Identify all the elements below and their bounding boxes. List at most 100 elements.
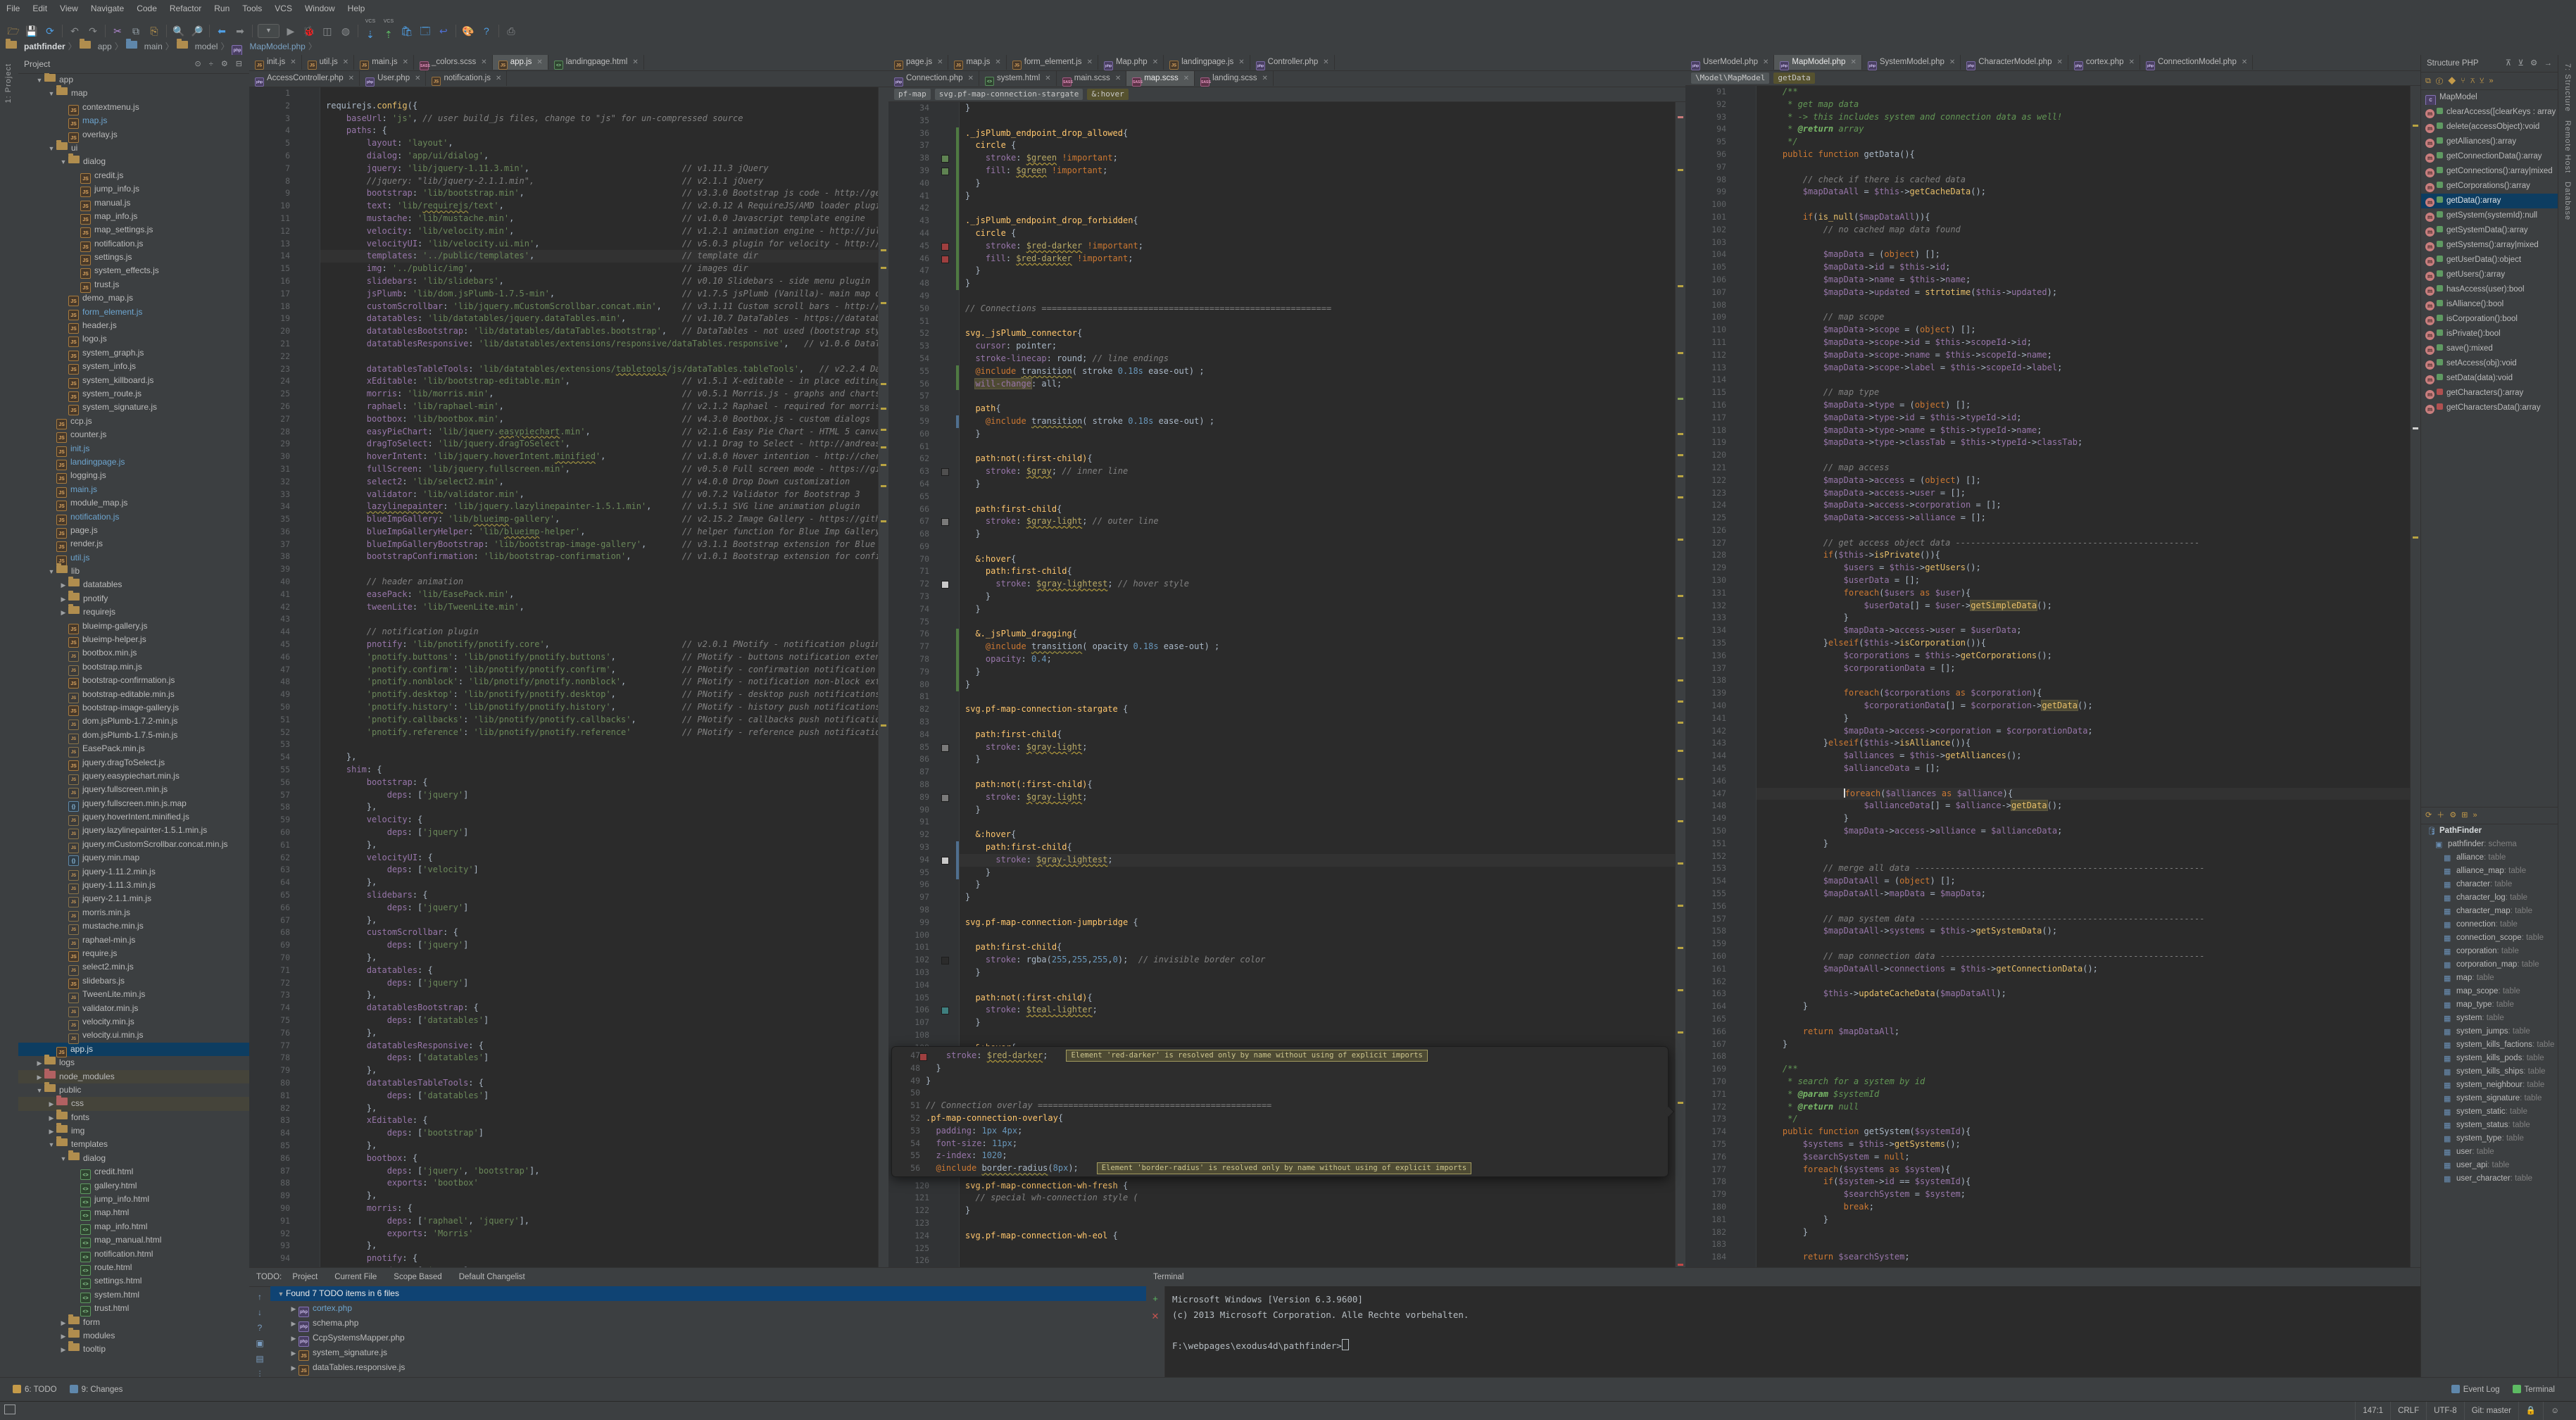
database-row[interactable]: ▦user_character: table xyxy=(2421,1172,2558,1186)
tab-landingpage-html[interactable]: <>landingpage.html✕ xyxy=(548,55,644,70)
tree-row[interactable]: <>map_info.html xyxy=(18,1220,249,1233)
code-line[interactable]: }, xyxy=(320,1140,879,1152)
close-icon[interactable]: ✕ xyxy=(937,58,943,66)
code-line[interactable]: $mapData->access->alliance = $allianceDa… xyxy=(1757,825,2411,838)
code-line[interactable]: path:first-child{ xyxy=(960,941,1676,954)
tab-user-php[interactable]: phpUser.php✕ xyxy=(360,71,426,86)
tab-main-scss[interactable]: SASSmain.scss✕ xyxy=(1057,71,1127,86)
todo-tool-icon[interactable]: ↑ xyxy=(249,1292,270,1302)
tab-notification-js[interactable]: JSnotification.js✕ xyxy=(426,71,507,86)
code-line[interactable]: } xyxy=(1757,1038,2411,1051)
code-line[interactable]: // notification plugin xyxy=(320,626,879,639)
database-row[interactable]: ▦connection: table xyxy=(2421,918,2558,931)
code-line[interactable]: $mapData->updated = strtotime($this->upd… xyxy=(1757,287,2411,299)
close-icon[interactable]: ✕ xyxy=(290,58,296,66)
error-stripe-mark[interactable] xyxy=(1678,1031,1683,1033)
code-line[interactable]: * @param $systemId xyxy=(1757,1088,2411,1101)
structure-item[interactable]: msetAccess(obj):void xyxy=(2421,356,2558,371)
code-line[interactable]: svg.pf-map-connection-wh-fresh { xyxy=(960,1180,1676,1193)
error-stripe-mark[interactable] xyxy=(1678,433,1683,435)
close-icon[interactable]: ✕ xyxy=(536,58,542,66)
code-line[interactable]: $mapData->id = $this->id; xyxy=(1757,261,2411,274)
code-line[interactable]: return $mapDataAll; xyxy=(1757,1026,2411,1038)
code-line[interactable]: $mapData = (object) []; xyxy=(1757,249,2411,261)
close-icon[interactable]: ✕ xyxy=(1323,58,1328,66)
todo-file-row[interactable]: ▶JSsystem_signature.js xyxy=(270,1345,1146,1360)
tree-row[interactable]: JSslidebars.js xyxy=(18,974,249,988)
tree-row[interactable]: JScontextmenu.js xyxy=(18,101,249,114)
code-line[interactable]: layout: 'layout', xyxy=(320,137,879,150)
chevron-right-icon[interactable]: ▶ xyxy=(34,1071,44,1084)
code-line[interactable]: } xyxy=(1757,1214,2411,1226)
code-line[interactable]: } xyxy=(960,428,1676,441)
close-icon[interactable]: ✕ xyxy=(1850,58,1856,66)
menu-vcs[interactable]: VCS xyxy=(268,0,299,17)
error-stripe-mark[interactable] xyxy=(1678,496,1683,498)
code-line[interactable]: ._jsPlumb_endpoint_drop_allowed{ xyxy=(960,127,1676,140)
code-line[interactable]: @include transition( stroke 0.18s ease-o… xyxy=(960,415,1676,428)
editor-breadcrumb-item[interactable]: getData xyxy=(1773,73,1814,84)
tree-row[interactable]: {}jquery.fullscreen.min.js.map xyxy=(18,797,249,810)
chevron-right-icon[interactable]: ▶ xyxy=(58,1343,68,1357)
code-line[interactable]: $corporationData[] = $corporation->getDa… xyxy=(1757,700,2411,712)
structure-item[interactable]: mgetSystemData():array xyxy=(2421,223,2558,238)
code-line[interactable]: path:first-child{ xyxy=(960,841,1676,854)
error-stripe-mark[interactable] xyxy=(1678,722,1683,724)
chevron-right-icon[interactable]: ▶ xyxy=(289,1331,299,1346)
tree-row[interactable]: <>trust.html xyxy=(18,1302,249,1315)
code-line[interactable]: } xyxy=(960,177,1676,190)
code-line[interactable] xyxy=(960,390,1676,403)
error-stripe-mark[interactable] xyxy=(881,408,886,410)
structure-item[interactable]: CMapModel xyxy=(2421,90,2558,105)
code-line[interactable]: velocity: 'lib/velocity.min', // v1.2.1 … xyxy=(320,225,879,238)
error-stripe-mark[interactable] xyxy=(1678,1264,1683,1266)
code-line[interactable] xyxy=(1757,1050,2411,1063)
code-line[interactable]: stroke: $red-darker !important; xyxy=(960,240,1676,253)
tree-row[interactable]: ▶css xyxy=(18,1097,249,1110)
error-stripe-mark[interactable] xyxy=(1678,454,1683,456)
terminal-add-icon[interactable]: + xyxy=(1146,1293,1164,1304)
chevron-right-icon[interactable]: ▶ xyxy=(289,1302,299,1317)
error-stripe-mark[interactable] xyxy=(1678,475,1683,477)
code-line[interactable]: $mapData->access->user = $userData; xyxy=(1757,624,2411,637)
database-row[interactable]: ▦connection_scope: table xyxy=(2421,931,2558,945)
database-row[interactable]: ▦map_scope: table xyxy=(2421,985,2558,998)
code-line[interactable]: datatablesBootstrap: { xyxy=(320,1002,879,1014)
error-stripe-mark[interactable] xyxy=(1678,778,1683,780)
tree-row[interactable]: JSEasePack.min.js xyxy=(18,742,249,755)
code-line[interactable]: }elseif($this->isCorporation()){ xyxy=(1757,637,2411,650)
tab-landingpage-js[interactable]: JSlandingpage.js✕ xyxy=(1164,55,1250,70)
menu-navigate[interactable]: Navigate xyxy=(84,0,130,17)
code-line[interactable]: }, xyxy=(320,1240,879,1252)
tool-window-button-terminal[interactable]: Terminal xyxy=(2513,1378,2555,1402)
code-line[interactable]: stroke: rgba(255,255,255,0); // invisibl… xyxy=(960,954,1676,967)
tree-row[interactable]: JSblueimp-helper.js xyxy=(18,633,249,646)
editor-middle[interactable]: JSpage.js✕JSmap.js✕JSform_element.js✕php… xyxy=(888,55,1686,1267)
code-line[interactable]: * @return null xyxy=(1757,1101,2411,1114)
code-line[interactable]: datatables: { xyxy=(320,965,879,977)
database-row[interactable]: ▦map: table xyxy=(2421,972,2558,985)
tree-row[interactable]: JSbootstrap.min.js xyxy=(18,660,249,674)
color-swatch[interactable] xyxy=(941,256,949,263)
code-line[interactable] xyxy=(960,716,1676,729)
code-line[interactable] xyxy=(1757,938,2411,950)
tree-row[interactable]: JSvelocity.ui.min.js xyxy=(18,1029,249,1042)
code-line[interactable] xyxy=(960,315,1676,328)
code-line[interactable]: } xyxy=(960,591,1676,603)
code-line[interactable]: $mapData->access->user = []; xyxy=(1757,487,2411,500)
code-line[interactable]: svg.pf-map-connection-stargate { xyxy=(960,703,1676,716)
tree-row[interactable]: JSmain.js xyxy=(18,483,249,496)
code-line[interactable]: deps: ['datatables'] xyxy=(320,1052,879,1064)
color-swatch[interactable] xyxy=(941,243,949,251)
code-line[interactable]: circle { xyxy=(960,139,1676,152)
close-icon[interactable]: ✕ xyxy=(632,58,638,66)
code-line[interactable]: } xyxy=(960,867,1676,879)
structure-item[interactable]: mgetCorporations():array xyxy=(2421,179,2558,194)
tree-row[interactable]: JSsystem_effects.js xyxy=(18,264,249,277)
breadcrumb-main[interactable]: main xyxy=(126,38,163,55)
tree-row[interactable]: JSbootstrap-editable.min.js xyxy=(18,688,249,701)
code-line[interactable]: stroke: $gray; // inner line xyxy=(960,465,1676,478)
code-line[interactable]: } xyxy=(1757,1000,2411,1013)
code-line[interactable]: } xyxy=(960,265,1676,277)
code-line[interactable] xyxy=(320,563,879,576)
